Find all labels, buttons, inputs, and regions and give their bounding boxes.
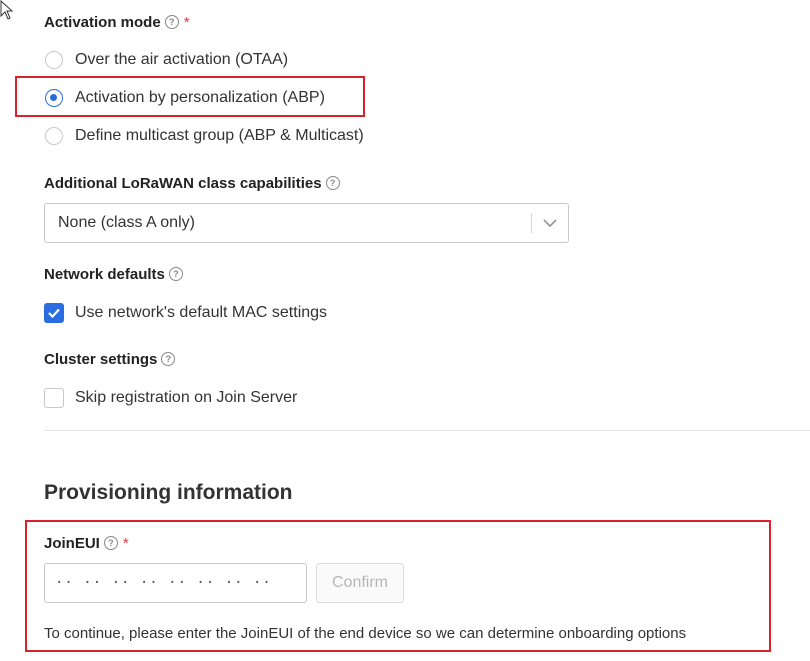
joineui-input[interactable]: ·· ·· ·· ·· ·· ·· ·· ·· [44,563,307,603]
chevron-down-icon[interactable] [532,213,568,233]
section-divider [44,430,810,431]
radio-otaa[interactable]: Over the air activation (OTAA) [45,50,288,70]
radio-multicast-circle[interactable] [45,127,63,145]
radio-otaa-circle[interactable] [45,51,63,69]
network-defaults-option-label: Use network's default MAC settings [75,304,327,322]
skip-join-server-checkbox[interactable] [44,388,64,408]
radio-otaa-label: Over the air activation (OTAA) [75,51,288,69]
radio-abp[interactable]: Activation by personalization (ABP) [45,88,325,108]
provisioning-heading: Provisioning information [44,481,293,505]
question-circle-icon[interactable]: ? [326,176,340,190]
radio-abp-label: Activation by personalization (ABP) [75,89,325,107]
network-defaults-checkbox[interactable] [44,303,64,323]
required-asterisk: * [123,535,129,552]
class-capabilities-label: Additional LoRaWAN class capabilities ? [44,173,340,193]
question-circle-icon[interactable]: ? [104,536,118,550]
required-asterisk: * [184,14,190,31]
network-defaults-label: Network defaults ? [44,264,183,284]
radio-multicast[interactable]: Define multicast group (ABP & Multicast) [45,126,364,146]
checkmark-icon [44,303,64,323]
joineui-hint: To continue, please enter the JoinEUI of… [44,625,686,642]
question-circle-icon[interactable]: ? [169,267,183,281]
question-circle-icon[interactable]: ? [161,352,175,366]
network-defaults-option[interactable]: Use network's default MAC settings [44,302,327,324]
question-circle-icon[interactable]: ? [165,15,179,29]
skip-join-server-option[interactable]: Skip registration on Join Server [44,387,297,409]
class-capabilities-value: None (class A only) [45,214,531,232]
radio-multicast-label: Define multicast group (ABP & Multicast) [75,127,364,145]
class-capabilities-select[interactable]: None (class A only) [44,203,569,243]
confirm-button[interactable]: Confirm [316,563,404,603]
skip-join-server-label: Skip registration on Join Server [75,389,297,407]
cluster-settings-label: Cluster settings ? [44,349,175,369]
joineui-label: JoinEUI ? * [44,533,129,553]
radio-abp-circle[interactable] [45,89,63,107]
activation-mode-label: Activation mode ? * [44,12,190,32]
mouse-pointer-icon [0,0,14,20]
